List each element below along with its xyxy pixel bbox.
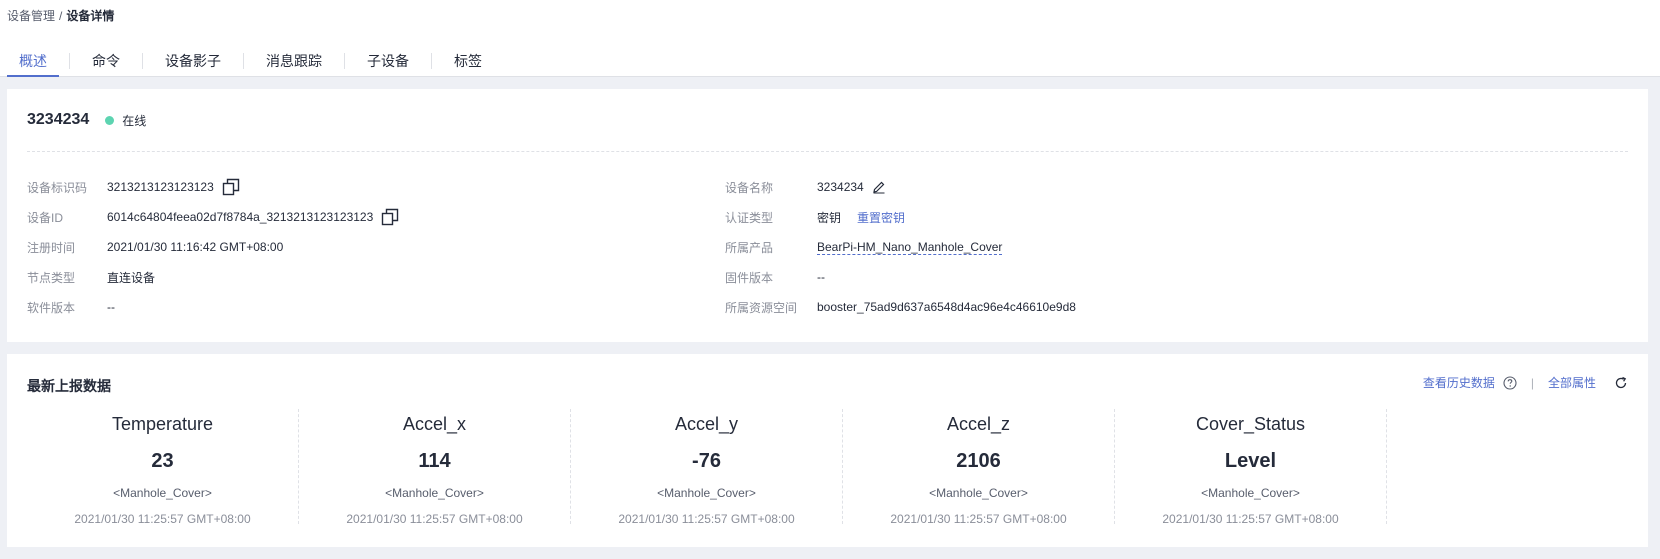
info-column-left: 设备标识码 3213213123123123 设备ID 6014c64804fe… bbox=[27, 172, 399, 322]
metric-service: <Manhole_Cover> bbox=[929, 486, 1028, 500]
info-value: 3234234 bbox=[817, 180, 864, 194]
info-label: 注册时间 bbox=[27, 240, 76, 255]
metric-service: <Manhole_Cover> bbox=[385, 486, 484, 500]
device-header: 3234234 在线 bbox=[27, 111, 146, 129]
metric-card: Temperature 23 <Manhole_Cover> 2021/01/3… bbox=[27, 409, 299, 526]
metric-card: Accel_x 114 <Manhole_Cover> 2021/01/30 1… bbox=[299, 409, 571, 526]
data-actions: 查看历史数据 | 全部属性 bbox=[1423, 374, 1628, 391]
info-value-wrap: BearPi-HM_Nano_Manhole_Cover bbox=[817, 240, 1003, 255]
copy-icon[interactable] bbox=[381, 208, 399, 226]
tab-message-trace[interactable]: 消息跟踪 bbox=[254, 46, 334, 77]
info-label: 设备标识码 bbox=[27, 180, 88, 195]
info-row-node-type: 节点类型 直连设备 bbox=[27, 262, 399, 292]
tab-divider bbox=[69, 53, 70, 69]
info-row-software-version: 软件版本 -- bbox=[27, 292, 399, 322]
metric-time: 2021/01/30 11:25:57 GMT+08:00 bbox=[74, 512, 251, 526]
info-value: 3213213123123123 bbox=[107, 180, 214, 194]
info-row-node-id: 设备标识码 3213213123123123 bbox=[27, 172, 399, 202]
info-value-wrap: 3213213123123123 bbox=[107, 178, 240, 196]
info-column-right: 设备名称 3234234 认证类型 密钥 重置密钥 所属产品 BearPi-HM… bbox=[725, 172, 1076, 322]
metric-card: Cover_Status Level <Manhole_Cover> 2021/… bbox=[1115, 409, 1387, 526]
tab-bar: 概述 命令 设备影子 消息跟踪 子设备 标签 bbox=[7, 46, 494, 77]
tab-divider bbox=[243, 53, 244, 69]
copy-icon[interactable] bbox=[222, 178, 240, 196]
divider bbox=[27, 151, 1628, 152]
tab-overview[interactable]: 概述 bbox=[7, 46, 59, 77]
tab-sub-devices[interactable]: 子设备 bbox=[355, 46, 421, 77]
info-label: 软件版本 bbox=[27, 300, 76, 315]
info-row-device-name: 设备名称 3234234 bbox=[725, 172, 1076, 202]
latest-data-title: 最新上报数据 bbox=[27, 378, 111, 394]
metric-service: <Manhole_Cover> bbox=[1201, 486, 1300, 500]
metric-time: 2021/01/30 11:25:57 GMT+08:00 bbox=[890, 512, 1067, 526]
metric-name: Cover_Status bbox=[1195, 414, 1306, 434]
info-value: 2021/01/30 11:16:42 GMT+08:00 bbox=[107, 240, 284, 254]
metric-name: Accel_x bbox=[402, 414, 467, 434]
info-row-resource-space: 所属资源空间 booster_75ad9d637a6548d4ac96e4c46… bbox=[725, 292, 1076, 322]
action-separator: | bbox=[1530, 375, 1534, 390]
tab-device-shadow[interactable]: 设备影子 bbox=[153, 46, 233, 77]
info-row-auth-type: 认证类型 密钥 重置密钥 bbox=[725, 202, 1076, 232]
tab-divider bbox=[344, 53, 345, 69]
info-label: 节点类型 bbox=[27, 270, 76, 285]
tab-divider bbox=[142, 53, 143, 69]
info-value-wrap: 3234234 bbox=[817, 180, 886, 194]
metric-name: Temperature bbox=[111, 414, 214, 434]
info-row-product: 所属产品 BearPi-HM_Nano_Manhole_Cover bbox=[725, 232, 1076, 262]
metric-value: 114 bbox=[418, 450, 451, 472]
history-data-link[interactable]: 查看历史数据 bbox=[1423, 374, 1495, 391]
metric-time: 2021/01/30 11:25:57 GMT+08:00 bbox=[1162, 512, 1339, 526]
metric-service: <Manhole_Cover> bbox=[657, 486, 756, 500]
info-label: 认证类型 bbox=[725, 210, 774, 225]
device-info-card: 3234234 在线 设备标识码 3213213123123123 设备ID 6… bbox=[7, 89, 1648, 342]
breadcrumb: 设备管理 / 设备详情 bbox=[7, 7, 114, 24]
metric-service: <Manhole_Cover> bbox=[113, 486, 212, 500]
info-value: -- bbox=[817, 270, 825, 284]
info-value: booster_75ad9d637a6548d4ac96e4c46610e9d8 bbox=[817, 300, 1076, 314]
metric-name: Accel_z bbox=[946, 414, 1011, 434]
info-label: 所属资源空间 bbox=[725, 300, 798, 315]
device-title: 3234234 bbox=[27, 111, 90, 128]
refresh-icon[interactable] bbox=[1614, 376, 1628, 390]
info-row-device-id: 设备ID 6014c64804feea02d7f8784a_3213213123… bbox=[27, 202, 399, 232]
breadcrumb-separator: / bbox=[59, 8, 63, 23]
metric-time: 2021/01/30 11:25:57 GMT+08:00 bbox=[618, 512, 795, 526]
breadcrumb-current: 设备详情 bbox=[66, 9, 115, 23]
latest-data-card: 最新上报数据 查看历史数据 | 全部属性 Temperature 23 <Man… bbox=[7, 354, 1648, 547]
tab-commands[interactable]: 命令 bbox=[80, 46, 132, 77]
info-value: 直连设备 bbox=[107, 270, 156, 285]
metric-value: -76 bbox=[692, 450, 721, 472]
metrics-row: Temperature 23 <Manhole_Cover> 2021/01/3… bbox=[27, 409, 1387, 526]
info-label: 设备名称 bbox=[725, 180, 774, 195]
tab-tags[interactable]: 标签 bbox=[442, 46, 494, 77]
top-bar: 设备管理 / 设备详情 概述 命令 设备影子 消息跟踪 子设备 标签 bbox=[0, 0, 1660, 77]
metric-value: Level bbox=[1224, 450, 1277, 472]
status-dot bbox=[105, 115, 115, 125]
help-icon[interactable] bbox=[1503, 375, 1517, 390]
metric-card: Accel_z 2106 <Manhole_Cover> 2021/01/30 … bbox=[843, 409, 1115, 526]
status-text: 在线 bbox=[122, 113, 147, 128]
info-row-firmware-version: 固件版本 -- bbox=[725, 262, 1076, 292]
info-label: 所属产品 bbox=[725, 240, 774, 255]
metric-value: 2106 bbox=[956, 450, 1001, 472]
info-label: 设备ID bbox=[27, 210, 64, 225]
metric-value: 23 bbox=[151, 450, 174, 472]
info-value-wrap: 6014c64804feea02d7f8784a_321321312312312… bbox=[107, 208, 399, 226]
tab-divider bbox=[431, 53, 432, 69]
info-row-register-time: 注册时间 2021/01/30 11:16:42 GMT+08:00 bbox=[27, 232, 399, 262]
product-link[interactable]: BearPi-HM_Nano_Manhole_Cover bbox=[817, 240, 1003, 255]
info-value: -- bbox=[107, 300, 115, 314]
info-value-wrap: 密钥 重置密钥 bbox=[817, 209, 905, 226]
metric-card: Accel_y -76 <Manhole_Cover> 2021/01/30 1… bbox=[571, 409, 843, 526]
edit-icon[interactable] bbox=[872, 180, 886, 194]
metric-time: 2021/01/30 11:25:57 GMT+08:00 bbox=[346, 512, 523, 526]
info-label: 固件版本 bbox=[725, 270, 774, 285]
breadcrumb-parent[interactable]: 设备管理 bbox=[7, 7, 55, 24]
reset-secret-link[interactable]: 重置密钥 bbox=[857, 209, 905, 226]
all-properties-link[interactable]: 全部属性 bbox=[1548, 374, 1596, 391]
metric-name: Accel_y bbox=[674, 414, 739, 434]
info-value: 6014c64804feea02d7f8784a_321321312312312… bbox=[107, 210, 374, 224]
info-value: 密钥 bbox=[817, 210, 842, 225]
